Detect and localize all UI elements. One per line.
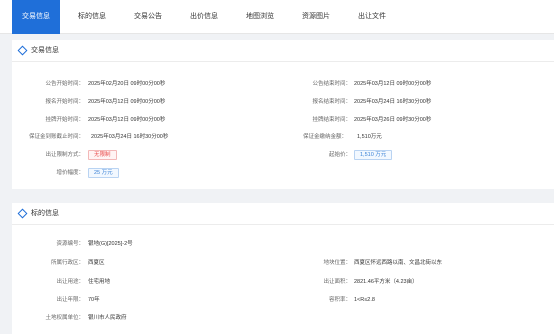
announce-end-value: 2025年03月12日 09时00分00秒: [354, 81, 432, 87]
district-value: 西夏区: [88, 260, 105, 266]
restriction-label: 出让限制方式：: [45, 152, 84, 158]
subject-info-panel: 标的信息 资源编号： 银地(G)[2025]-2号 所属行政区： 西夏区 地块位…: [12, 203, 554, 334]
announce-start-label: 公告开始时间：: [45, 81, 84, 87]
trade-info-panel: 交易信息 公告开始时间： 2025年02月20日 09时00分00秒 公告结束时…: [12, 40, 554, 189]
tab-trade-announcement[interactable]: 交易公告: [128, 0, 168, 34]
owner-label: 土地权属单位：: [45, 315, 84, 321]
subject-info-title: 标的信息: [31, 210, 59, 217]
tab-bid-info[interactable]: 出价信息: [184, 0, 224, 34]
location-label: 地块位置：: [323, 260, 351, 266]
deposit-deadline-label: 保证金到账截止时间：: [28, 134, 84, 140]
trade-info-title: 交易信息: [31, 47, 59, 54]
signup-start-label: 报名开始时间：: [45, 99, 84, 105]
signup-end-value: 2025年03月24日 16时30分00秒: [354, 99, 432, 105]
term-value: 70年: [88, 297, 100, 303]
tab-resource-images[interactable]: 资源图片: [296, 0, 336, 34]
resource-no-value: 银地(G)[2025]-2号: [88, 241, 133, 247]
tab-bar: 交易信息 标的信息 交易公告 出价信息 地图浏览 资源图片 出让文件: [0, 0, 554, 34]
far-label: 容积率：: [328, 297, 351, 303]
area-value: 2821.46平方米（4.23亩）: [354, 279, 418, 285]
tab-map-browse[interactable]: 地图浏览: [240, 0, 280, 34]
deposit-amount-value: 1,510万元: [357, 134, 382, 140]
area-label: 出让面积：: [323, 279, 351, 285]
deposit-amount-label: 保证金缴纳金额：: [302, 134, 347, 140]
signup-end-label: 报名结束时间：: [312, 99, 351, 105]
announce-start-value: 2025年02月20日 09时00分00秒: [88, 81, 166, 87]
location-value: 西夏区怀远西路以南、文昌北街以东: [354, 260, 443, 266]
usage-label: 出让用途：: [56, 279, 84, 285]
announce-end-label: 公告结束时间：: [312, 81, 351, 87]
tab-subject-info[interactable]: 标的信息: [72, 0, 112, 34]
tab-transfer-documents[interactable]: 出让文件: [352, 0, 392, 34]
increment-label: 增价幅度：: [56, 170, 84, 176]
tab-trade-info[interactable]: 交易信息: [12, 0, 60, 34]
increment-badge: 25 万元: [88, 168, 119, 178]
signup-start-value: 2025年03月12日 09时00分00秒: [88, 99, 166, 105]
listing-end-label: 挂牌结束时间：: [312, 117, 351, 123]
district-label: 所属行政区：: [50, 260, 84, 266]
resource-no-label: 资源编号：: [56, 241, 84, 247]
term-label: 出让年限：: [56, 297, 84, 303]
diamond-icon: [17, 45, 28, 56]
usage-value: 住宅用地: [88, 279, 111, 285]
listing-start-value: 2025年03月12日 09时00分00秒: [88, 117, 166, 123]
diamond-icon: [17, 208, 28, 219]
far-value: 1<R≤2.8: [354, 297, 375, 303]
owner-value: 银川市人民政府: [88, 315, 127, 321]
deposit-deadline-value: 2025年03月24日 16时30分00秒: [91, 134, 169, 140]
listing-end-value: 2025年03月26日 09时30分00秒: [354, 117, 432, 123]
trade-info-header: 交易信息: [12, 40, 554, 62]
restriction-badge: 无限制: [88, 150, 117, 160]
listing-start-label: 挂牌开始时间：: [45, 117, 84, 123]
start-price-badge: 1,510 万元: [354, 150, 393, 160]
subject-info-header: 标的信息: [12, 203, 554, 225]
start-price-label: 起始价：: [328, 152, 351, 158]
